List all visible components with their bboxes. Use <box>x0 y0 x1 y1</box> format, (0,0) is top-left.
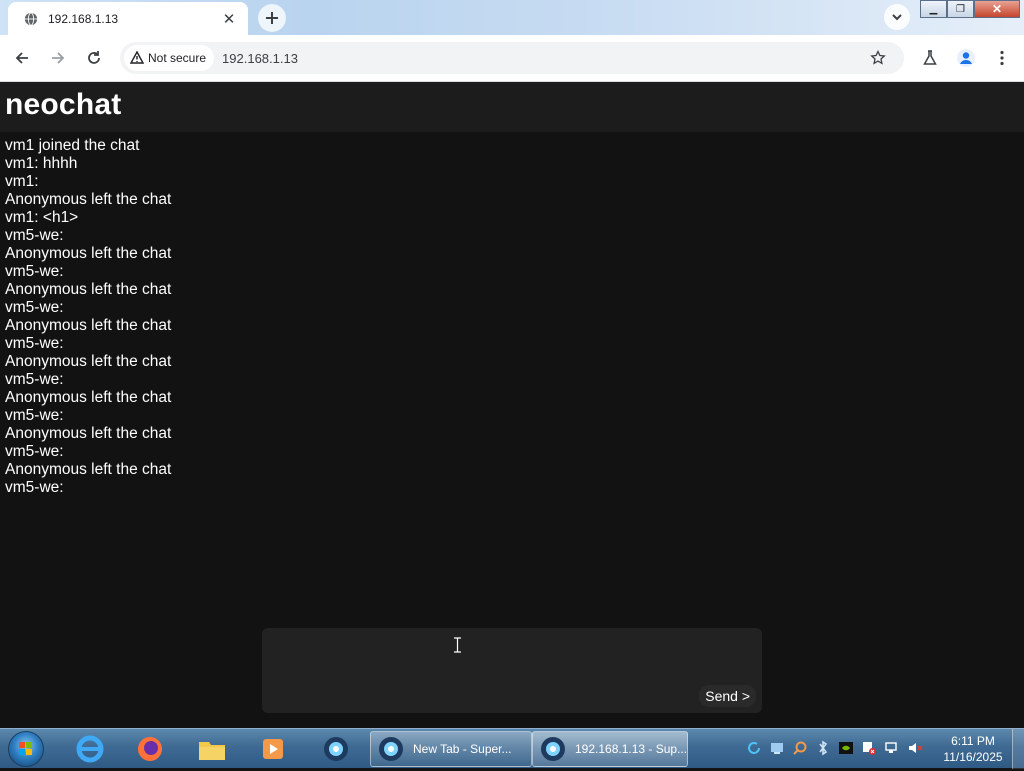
message-input[interactable] <box>262 628 762 713</box>
sync-icon[interactable] <box>745 739 762 756</box>
tab-title: 192.168.1.13 <box>48 11 119 26</box>
browser-toolbar: Not secure 192.168.1.13 <box>0 35 1024 82</box>
tab-search-button[interactable] <box>884 4 910 30</box>
task-label: 192.168.1.13 - Sup... <box>574 742 687 756</box>
chat-message: Anonymous left the chat <box>5 425 172 442</box>
url-text[interactable]: 192.168.1.13 <box>222 51 298 66</box>
media-player-icon[interactable] <box>255 733 291 765</box>
clock-time: 6:11 PM <box>951 734 995 748</box>
chat-message: vm5-we: <box>5 407 64 424</box>
browser-tab[interactable]: 192.168.1.13 ✕ <box>8 2 248 35</box>
internet-explorer-icon[interactable] <box>72 733 108 765</box>
profile-button[interactable] <box>952 44 980 72</box>
clock[interactable]: 6:11 PM 11/16/2025 <box>940 733 1006 765</box>
security-label: Not secure <box>148 51 207 65</box>
chat-message: Anonymous left the chat <box>5 353 172 370</box>
arrow-left-icon <box>15 52 28 64</box>
chat-message: vm5-we: <box>5 371 64 388</box>
network-share-icon[interactable] <box>768 739 785 756</box>
page-content: neochat vm1 joined the chat vm1: hhhh vm1:… <box>0 82 1024 728</box>
bluetooth-icon[interactable] <box>814 739 831 756</box>
close-window-button[interactable]: ✕ <box>974 0 1020 18</box>
chat-message: Anonymous left the chat <box>5 389 172 406</box>
reload-icon <box>88 51 100 64</box>
chat-message: vm1: <h1> <box>5 209 79 226</box>
tab-close-icon[interactable]: ✕ <box>220 10 238 28</box>
chevron-down-icon <box>892 14 902 21</box>
bookmark-button[interactable] <box>864 44 892 72</box>
chat-message: Anonymous left the chat <box>5 245 172 262</box>
show-desktop-button[interactable] <box>1012 729 1024 769</box>
reload-button[interactable] <box>80 44 108 72</box>
text-cursor-icon <box>454 637 461 653</box>
security-chip[interactable]: Not secure <box>124 45 215 71</box>
taskbar-item-neochat[interactable]: 192.168.1.13 - Sup... <box>532 731 688 767</box>
chat-message: vm5-we: <box>5 443 64 460</box>
chat-message: Anonymous left the chat <box>5 281 172 298</box>
chat-message: Anonymous left the chat <box>5 191 172 208</box>
arrow-right-icon <box>52 52 65 64</box>
start-button[interactable] <box>8 731 44 767</box>
profile-icon <box>957 49 975 67</box>
warning-icon <box>130 51 144 64</box>
chat-message: Anonymous left the chat <box>5 461 172 478</box>
browser-app-icon <box>540 737 565 761</box>
taskbar-item-new-tab[interactable]: New Tab - Super... <box>370 731 532 767</box>
chat-message: vm5-we: <box>5 299 64 316</box>
labs-button[interactable] <box>916 44 944 72</box>
task-label: New Tab - Super... <box>413 742 512 756</box>
chat-message: Anonymous left the chat <box>5 317 172 334</box>
star-icon <box>870 50 886 65</box>
chat-message: vm5-we: <box>5 479 64 496</box>
message-composer: Send > <box>262 628 762 713</box>
system-tray <box>745 739 923 756</box>
clock-date: 11/16/2025 <box>943 750 1003 764</box>
message-list: vm1 joined the chat vm1: hhhh vm1: Anonymou… <box>5 137 705 497</box>
chat-message: vm5-we: <box>5 263 64 280</box>
back-button[interactable] <box>8 44 36 72</box>
chat-message: vm5-we: <box>5 227 64 244</box>
volume-muted-icon[interactable] <box>906 739 923 756</box>
nvidia-icon[interactable] <box>837 739 854 756</box>
window-controls: ▁ ❐ ✕ <box>920 0 1020 18</box>
chat-message: vm1: <box>5 173 39 190</box>
new-tab-button[interactable] <box>258 4 286 32</box>
chat-message: vm5-we: <box>5 335 64 352</box>
chat-message: vm1: hhhh <box>5 155 78 172</box>
forward-button[interactable] <box>44 44 72 72</box>
plus-icon <box>266 12 278 24</box>
firefox-icon[interactable] <box>132 733 168 765</box>
minimize-button[interactable]: ▁ <box>920 0 947 18</box>
tab-strip: 192.168.1.13 ✕ ▁ ❐ ✕ <box>0 0 1024 35</box>
action-center-error-icon[interactable] <box>860 739 877 756</box>
restore-button[interactable]: ❐ <box>947 0 974 18</box>
browser-app-icon[interactable] <box>318 733 354 765</box>
flask-icon <box>923 50 937 65</box>
menu-button[interactable] <box>988 44 1016 72</box>
kebab-menu-icon <box>1000 50 1004 66</box>
globe-icon <box>24 11 38 26</box>
windows-logo-icon <box>19 742 32 755</box>
app-header: neochat <box>0 82 1024 132</box>
app-title: neochat <box>5 88 122 121</box>
taskbar: New Tab - Super... 192.168.1.13 - Sup...… <box>0 728 1024 769</box>
address-bar[interactable]: Not secure 192.168.1.13 <box>120 42 904 74</box>
search-icon[interactable] <box>791 739 808 756</box>
browser-app-icon <box>379 737 403 761</box>
file-explorer-icon[interactable] <box>194 733 230 765</box>
send-button[interactable]: Send > <box>699 685 756 707</box>
network-icon[interactable] <box>883 739 900 756</box>
chat-message: vm1 joined the chat <box>5 137 140 154</box>
